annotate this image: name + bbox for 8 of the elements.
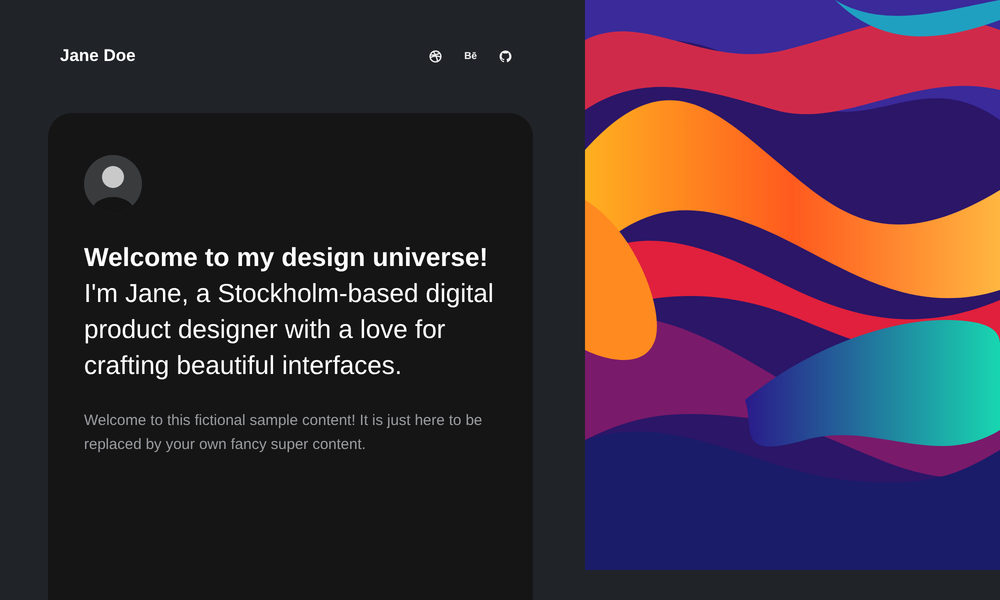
intro-paragraph: Welcome to this fictional sample content! It is just here to be replaced by your own fancy super content. (84, 411, 484, 455)
headline: Welcome to my design universe! I'm Jane, a Stockholm-based digital product designer with a love for crafting beautiful interfaces. (84, 241, 495, 382)
dribbble-icon (429, 50, 442, 62)
site-name: Jane Doe (60, 46, 136, 66)
github-link[interactable] (499, 50, 512, 62)
github-icon (499, 50, 512, 62)
dribbble-link[interactable] (429, 50, 442, 62)
behance-link[interactable]: Bē (464, 50, 477, 62)
